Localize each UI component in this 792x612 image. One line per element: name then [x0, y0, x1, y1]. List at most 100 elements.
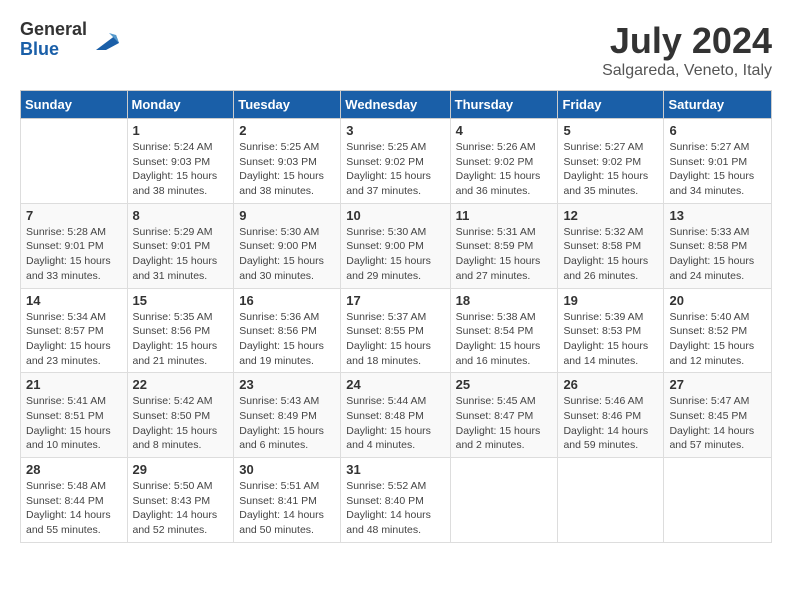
calendar-cell: 28 Sunrise: 5:48 AMSunset: 8:44 PMDaylig… [21, 458, 128, 543]
calendar-cell: 22 Sunrise: 5:42 AMSunset: 8:50 PMDaylig… [127, 373, 234, 458]
day-number: 24 [346, 377, 444, 392]
day-detail: Sunrise: 5:51 AMSunset: 8:41 PMDaylight:… [239, 480, 324, 536]
day-detail: Sunrise: 5:48 AMSunset: 8:44 PMDaylight:… [26, 480, 111, 536]
calendar-cell: 8 Sunrise: 5:29 AMSunset: 9:01 PMDayligh… [127, 203, 234, 288]
day-detail: Sunrise: 5:25 AMSunset: 9:03 PMDaylight:… [239, 141, 324, 197]
logo: General Blue [20, 20, 121, 60]
weekday-header-friday: Friday [558, 91, 664, 119]
calendar-cell: 2 Sunrise: 5:25 AMSunset: 9:03 PMDayligh… [234, 119, 341, 204]
calendar-week-row: 28 Sunrise: 5:48 AMSunset: 8:44 PMDaylig… [21, 458, 772, 543]
day-number: 14 [26, 293, 122, 308]
day-number: 17 [346, 293, 444, 308]
day-detail: Sunrise: 5:43 AMSunset: 8:49 PMDaylight:… [239, 395, 324, 451]
calendar-cell: 7 Sunrise: 5:28 AMSunset: 9:01 PMDayligh… [21, 203, 128, 288]
day-number: 30 [239, 462, 335, 477]
calendar-cell: 25 Sunrise: 5:45 AMSunset: 8:47 PMDaylig… [450, 373, 558, 458]
calendar-cell: 6 Sunrise: 5:27 AMSunset: 9:01 PMDayligh… [664, 119, 772, 204]
logo-text: General Blue [20, 20, 87, 60]
day-detail: Sunrise: 5:27 AMSunset: 9:02 PMDaylight:… [563, 141, 648, 197]
logo-blue: Blue [20, 40, 87, 60]
calendar-cell: 12 Sunrise: 5:32 AMSunset: 8:58 PMDaylig… [558, 203, 664, 288]
day-number: 27 [669, 377, 766, 392]
day-detail: Sunrise: 5:50 AMSunset: 8:43 PMDaylight:… [133, 480, 218, 536]
calendar-cell [664, 458, 772, 543]
weekday-header-wednesday: Wednesday [341, 91, 450, 119]
calendar-cell [21, 119, 128, 204]
calendar-cell: 19 Sunrise: 5:39 AMSunset: 8:53 PMDaylig… [558, 288, 664, 373]
calendar-cell: 13 Sunrise: 5:33 AMSunset: 8:58 PMDaylig… [664, 203, 772, 288]
calendar-cell: 9 Sunrise: 5:30 AMSunset: 9:00 PMDayligh… [234, 203, 341, 288]
weekday-header-sunday: Sunday [21, 91, 128, 119]
calendar-cell: 29 Sunrise: 5:50 AMSunset: 8:43 PMDaylig… [127, 458, 234, 543]
day-detail: Sunrise: 5:36 AMSunset: 8:56 PMDaylight:… [239, 311, 324, 367]
day-detail: Sunrise: 5:40 AMSunset: 8:52 PMDaylight:… [669, 311, 754, 367]
day-number: 25 [456, 377, 553, 392]
day-detail: Sunrise: 5:32 AMSunset: 8:58 PMDaylight:… [563, 226, 648, 282]
day-number: 6 [669, 123, 766, 138]
day-detail: Sunrise: 5:39 AMSunset: 8:53 PMDaylight:… [563, 311, 648, 367]
day-detail: Sunrise: 5:35 AMSunset: 8:56 PMDaylight:… [133, 311, 218, 367]
day-detail: Sunrise: 5:27 AMSunset: 9:01 PMDaylight:… [669, 141, 754, 197]
day-number: 3 [346, 123, 444, 138]
calendar-week-row: 1 Sunrise: 5:24 AMSunset: 9:03 PMDayligh… [21, 119, 772, 204]
logo-icon [91, 25, 121, 55]
day-number: 26 [563, 377, 658, 392]
day-number: 10 [346, 208, 444, 223]
day-number: 31 [346, 462, 444, 477]
calendar-cell: 1 Sunrise: 5:24 AMSunset: 9:03 PMDayligh… [127, 119, 234, 204]
day-number: 16 [239, 293, 335, 308]
day-number: 5 [563, 123, 658, 138]
weekday-header-tuesday: Tuesday [234, 91, 341, 119]
day-detail: Sunrise: 5:30 AMSunset: 9:00 PMDaylight:… [239, 226, 324, 282]
logo-general: General [20, 20, 87, 40]
day-detail: Sunrise: 5:45 AMSunset: 8:47 PMDaylight:… [456, 395, 541, 451]
calendar-cell: 31 Sunrise: 5:52 AMSunset: 8:40 PMDaylig… [341, 458, 450, 543]
day-detail: Sunrise: 5:30 AMSunset: 9:00 PMDaylight:… [346, 226, 431, 282]
day-detail: Sunrise: 5:25 AMSunset: 9:02 PMDaylight:… [346, 141, 431, 197]
day-number: 13 [669, 208, 766, 223]
day-number: 21 [26, 377, 122, 392]
day-detail: Sunrise: 5:52 AMSunset: 8:40 PMDaylight:… [346, 480, 431, 536]
weekday-header-monday: Monday [127, 91, 234, 119]
calendar-cell: 30 Sunrise: 5:51 AMSunset: 8:41 PMDaylig… [234, 458, 341, 543]
day-number: 29 [133, 462, 229, 477]
day-number: 19 [563, 293, 658, 308]
calendar-week-row: 14 Sunrise: 5:34 AMSunset: 8:57 PMDaylig… [21, 288, 772, 373]
day-detail: Sunrise: 5:29 AMSunset: 9:01 PMDaylight:… [133, 226, 218, 282]
day-detail: Sunrise: 5:47 AMSunset: 8:45 PMDaylight:… [669, 395, 754, 451]
calendar-cell: 4 Sunrise: 5:26 AMSunset: 9:02 PMDayligh… [450, 119, 558, 204]
title-block: July 2024 Salgareda, Veneto, Italy [602, 20, 772, 80]
weekday-header-row: SundayMondayTuesdayWednesdayThursdayFrid… [21, 91, 772, 119]
day-detail: Sunrise: 5:33 AMSunset: 8:58 PMDaylight:… [669, 226, 754, 282]
day-detail: Sunrise: 5:41 AMSunset: 8:51 PMDaylight:… [26, 395, 111, 451]
subtitle: Salgareda, Veneto, Italy [602, 62, 772, 80]
weekday-header-saturday: Saturday [664, 91, 772, 119]
calendar-cell: 15 Sunrise: 5:35 AMSunset: 8:56 PMDaylig… [127, 288, 234, 373]
day-number: 11 [456, 208, 553, 223]
day-detail: Sunrise: 5:34 AMSunset: 8:57 PMDaylight:… [26, 311, 111, 367]
day-detail: Sunrise: 5:42 AMSunset: 8:50 PMDaylight:… [133, 395, 218, 451]
day-number: 12 [563, 208, 658, 223]
calendar-cell: 23 Sunrise: 5:43 AMSunset: 8:49 PMDaylig… [234, 373, 341, 458]
day-number: 18 [456, 293, 553, 308]
calendar-cell: 5 Sunrise: 5:27 AMSunset: 9:02 PMDayligh… [558, 119, 664, 204]
calendar-cell: 20 Sunrise: 5:40 AMSunset: 8:52 PMDaylig… [664, 288, 772, 373]
day-number: 20 [669, 293, 766, 308]
day-number: 4 [456, 123, 553, 138]
day-detail: Sunrise: 5:46 AMSunset: 8:46 PMDaylight:… [563, 395, 648, 451]
day-detail: Sunrise: 5:26 AMSunset: 9:02 PMDaylight:… [456, 141, 541, 197]
calendar-cell: 18 Sunrise: 5:38 AMSunset: 8:54 PMDaylig… [450, 288, 558, 373]
calendar-cell [558, 458, 664, 543]
calendar-cell: 3 Sunrise: 5:25 AMSunset: 9:02 PMDayligh… [341, 119, 450, 204]
calendar-table: SundayMondayTuesdayWednesdayThursdayFrid… [20, 90, 772, 543]
day-number: 2 [239, 123, 335, 138]
page-header: General Blue July 2024 Salgareda, Veneto… [20, 20, 772, 80]
day-detail: Sunrise: 5:28 AMSunset: 9:01 PMDaylight:… [26, 226, 111, 282]
day-number: 22 [133, 377, 229, 392]
calendar-week-row: 21 Sunrise: 5:41 AMSunset: 8:51 PMDaylig… [21, 373, 772, 458]
day-number: 9 [239, 208, 335, 223]
calendar-cell [450, 458, 558, 543]
day-detail: Sunrise: 5:38 AMSunset: 8:54 PMDaylight:… [456, 311, 541, 367]
day-number: 1 [133, 123, 229, 138]
day-number: 23 [239, 377, 335, 392]
